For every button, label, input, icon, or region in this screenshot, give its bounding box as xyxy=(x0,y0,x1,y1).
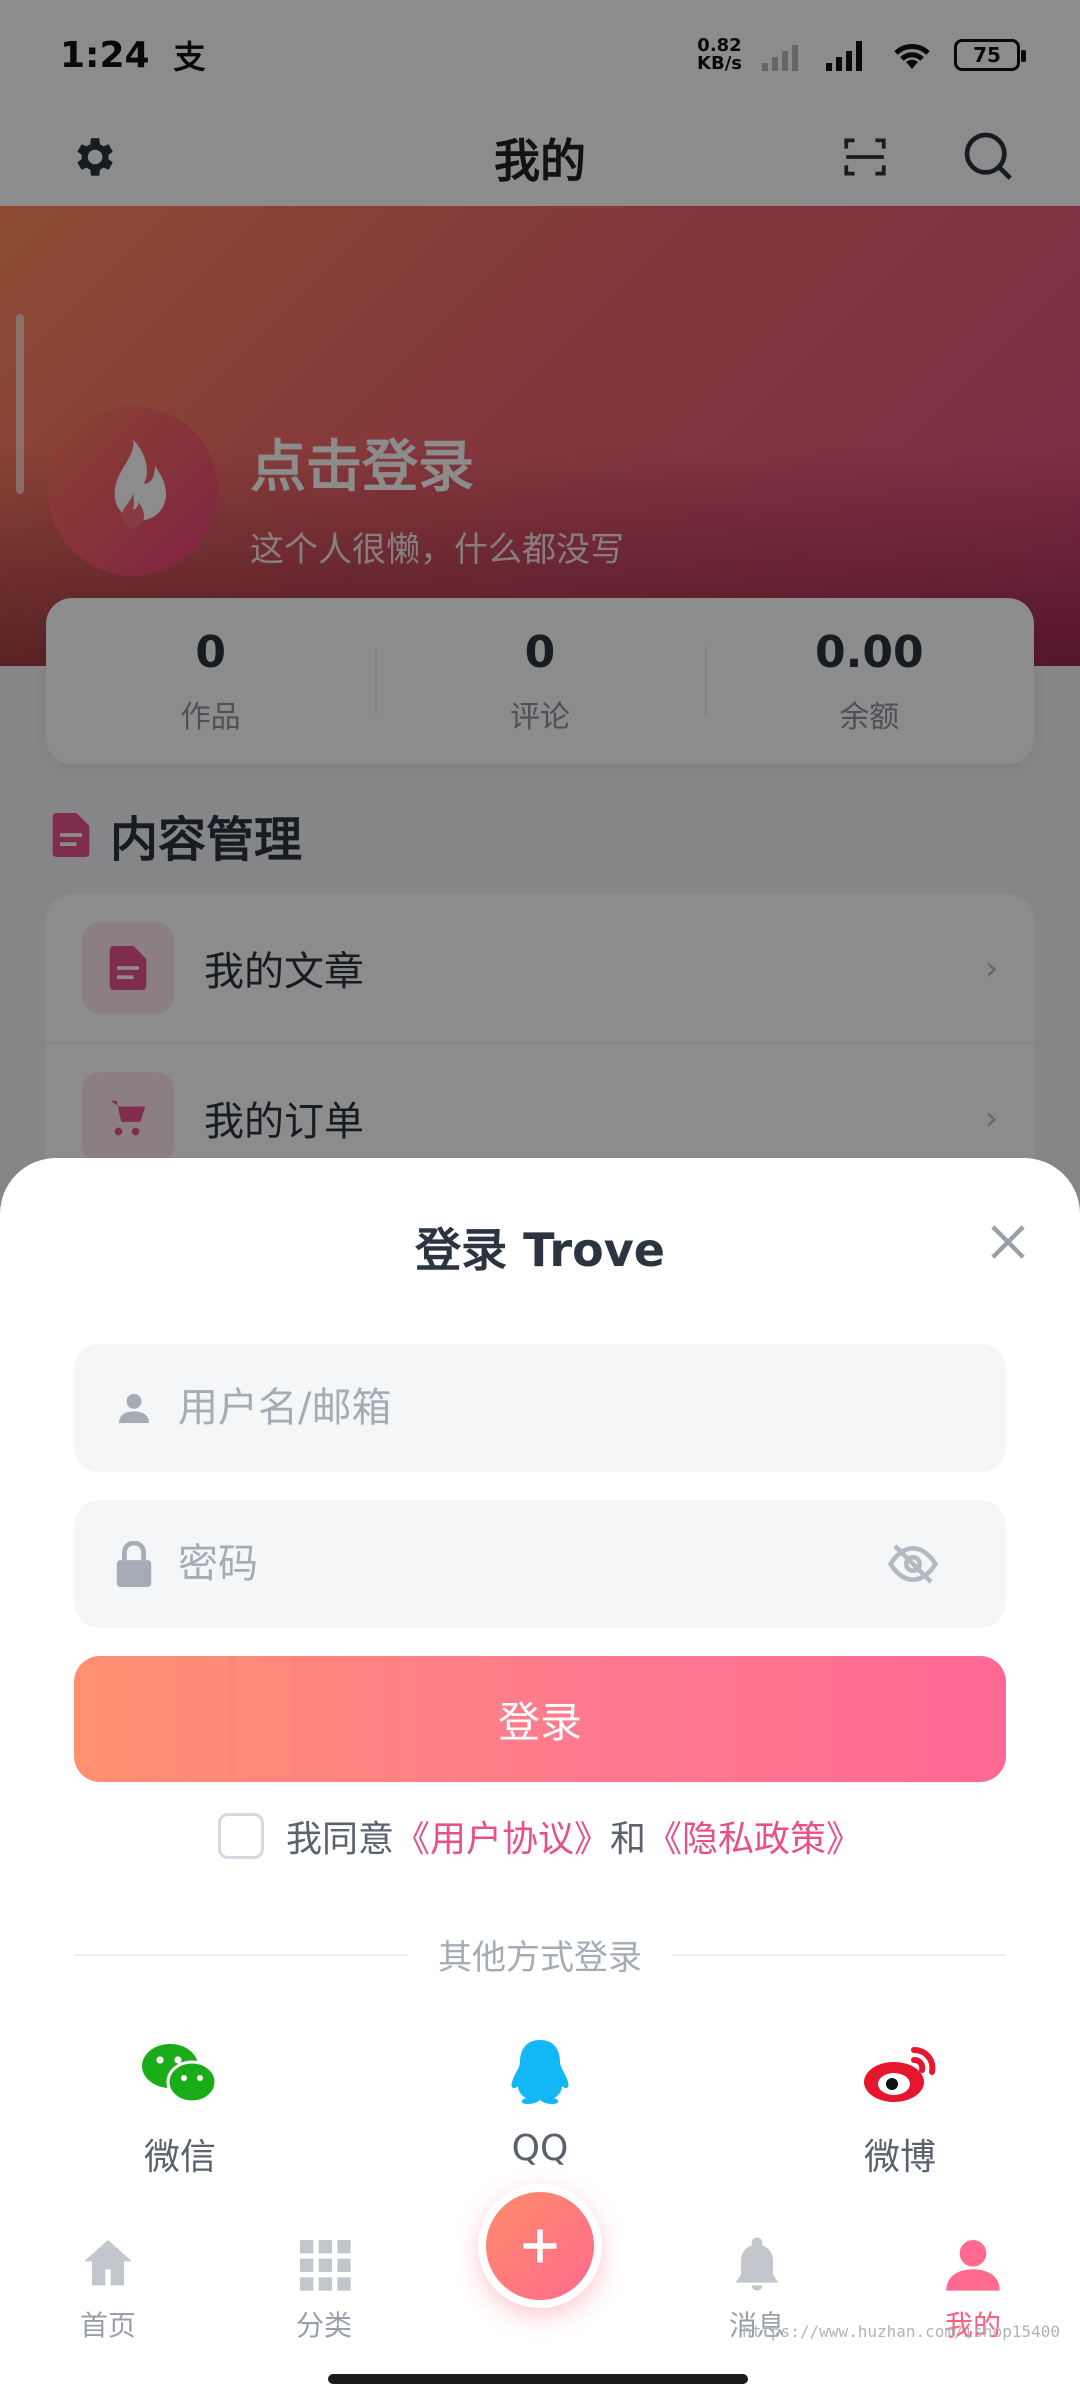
user-agreement-link[interactable]: 《用户协议》 xyxy=(394,1810,610,1862)
tab-category[interactable]: 分类 xyxy=(259,2232,389,2344)
eye-off-icon[interactable] xyxy=(886,1537,940,1591)
password-input[interactable] xyxy=(178,1541,886,1587)
weibo-icon xyxy=(864,2047,936,2102)
close-icon[interactable] xyxy=(982,1216,1034,1268)
divider-line xyxy=(672,1953,1006,1956)
weibo-login[interactable]: 微博 xyxy=(720,2038,1080,2180)
tab-home[interactable]: 首页 xyxy=(43,2232,173,2344)
grid-icon xyxy=(300,2240,351,2291)
agree-and: 和 xyxy=(610,1819,647,1860)
login-button[interactable]: 登录 xyxy=(74,1656,1006,1782)
divider-line xyxy=(74,1953,408,1956)
social-label: QQ xyxy=(511,2128,569,2169)
social-label: 微博 xyxy=(863,2137,936,2178)
publish-fab[interactable] xyxy=(478,2184,602,2308)
agree-checkbox[interactable] xyxy=(217,1813,264,1859)
other-methods-label: 其他方式登录 xyxy=(438,1938,642,1978)
tab-label: 分类 xyxy=(295,2309,352,2342)
bottom-tabbar: 首页 分类 消息 我的 https://www.huzhan.com/ishop… xyxy=(0,2184,1080,2400)
social-label: 微信 xyxy=(143,2137,216,2178)
bell-icon xyxy=(735,2237,779,2291)
other-methods-divider: 其他方式登录 xyxy=(74,1930,1006,1979)
username-field xyxy=(74,1344,1006,1472)
user-icon xyxy=(119,1393,149,1423)
social-logins: 微信 QQ 微博 xyxy=(0,2038,1080,2180)
password-field xyxy=(74,1500,1006,1628)
plus-icon xyxy=(523,2229,557,2263)
sheet-title: 登录 Trove xyxy=(415,1223,665,1277)
privacy-policy-link[interactable]: 《隐私政策》 xyxy=(646,1810,862,1862)
wechat-icon xyxy=(142,2044,218,2104)
home-indicator[interactable] xyxy=(328,2374,748,2384)
home-icon xyxy=(84,2240,132,2286)
qq-icon xyxy=(511,2040,569,2104)
wechat-login[interactable]: 微信 xyxy=(0,2038,360,2180)
lock-icon xyxy=(116,1541,152,1587)
agree-prefix: 我同意 xyxy=(285,1819,394,1860)
user-icon xyxy=(946,2240,1000,2291)
qq-login[interactable]: QQ xyxy=(360,2038,720,2180)
watermark: https://www.huzhan.com/ishop15400 xyxy=(742,2322,1060,2341)
tab-label: 首页 xyxy=(79,2309,136,2342)
username-input[interactable] xyxy=(178,1385,966,1431)
agreement-row: 我同意 《用户协议》 和 《隐私政策》 xyxy=(0,1810,1080,1862)
